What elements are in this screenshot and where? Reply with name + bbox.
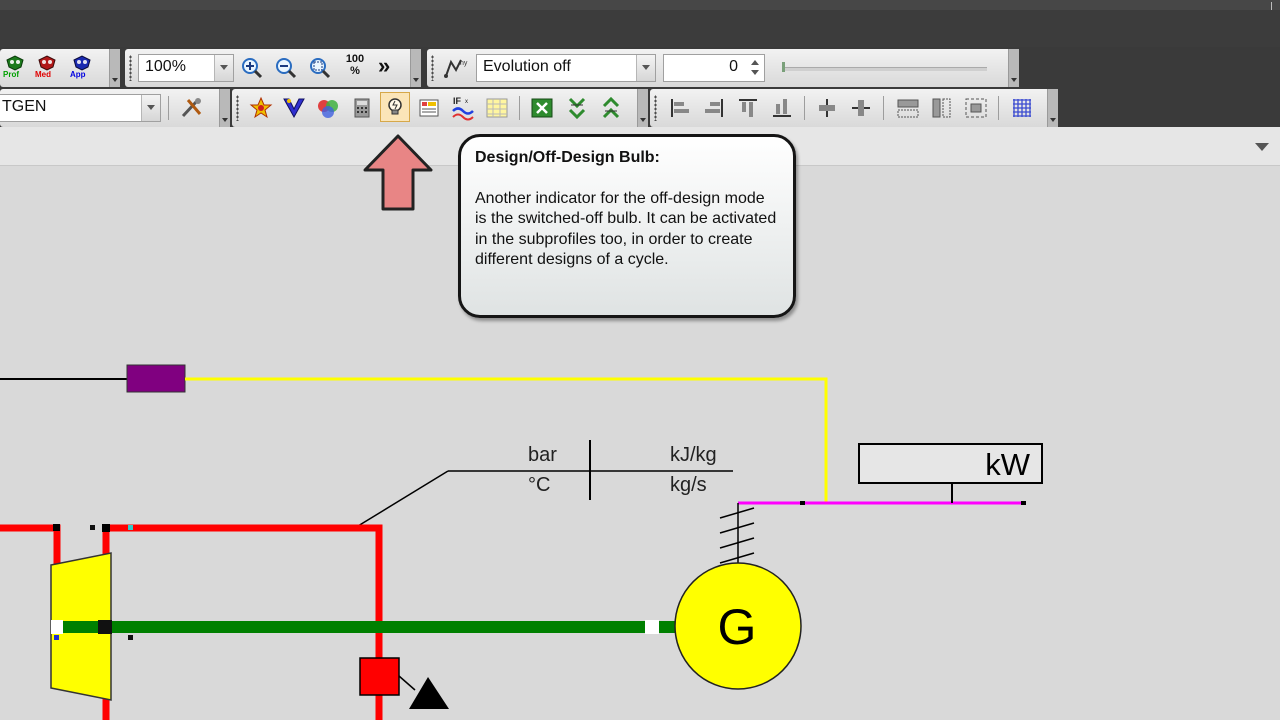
- callout-title: Design/Off-Design Bulb:: [475, 149, 660, 166]
- connection-point: [128, 635, 133, 640]
- valve-connector: [398, 675, 416, 691]
- connection-point: [53, 524, 60, 531]
- cable-hatch: [719, 537, 755, 549]
- connection-point: [1021, 501, 1026, 505]
- callout-body: Another indicator for the off-design mod…: [475, 189, 777, 269]
- shaft-port: [645, 620, 659, 634]
- pressure-unit: bar: [528, 444, 557, 466]
- cable-hatch: [719, 507, 755, 519]
- steam-pipe[interactable]: [0, 524, 61, 565]
- connection-point: [90, 525, 95, 530]
- massflow-unit: kg/s: [670, 474, 707, 496]
- connection-point: [54, 635, 59, 640]
- controller-block[interactable]: [126, 364, 186, 393]
- connection-point: [128, 525, 133, 530]
- valve-actuator-icon: [409, 677, 449, 709]
- signal-line[interactable]: [185, 377, 828, 503]
- generator-label: G: [718, 599, 757, 655]
- value-box-leader: [357, 470, 449, 527]
- cable-hatch: [719, 552, 755, 564]
- connection-point: [800, 501, 805, 505]
- temperature-unit: °C: [528, 474, 550, 496]
- connection-point: [102, 524, 110, 532]
- shaft-port: [98, 620, 112, 634]
- shaft-port: [51, 620, 63, 634]
- tooltip-callout: Design/Off-Design Bulb: Another indicato…: [458, 134, 796, 318]
- enthalpy-unit: kJ/kg: [670, 444, 717, 466]
- cable-hatch: [719, 522, 755, 534]
- cycle-diagram: kW bar kJ/kg °C kg/s G: [0, 134, 1043, 720]
- pointer-arrow: [363, 134, 433, 211]
- power-unit-label: kW: [985, 447, 1031, 482]
- control-valve[interactable]: [359, 657, 400, 696]
